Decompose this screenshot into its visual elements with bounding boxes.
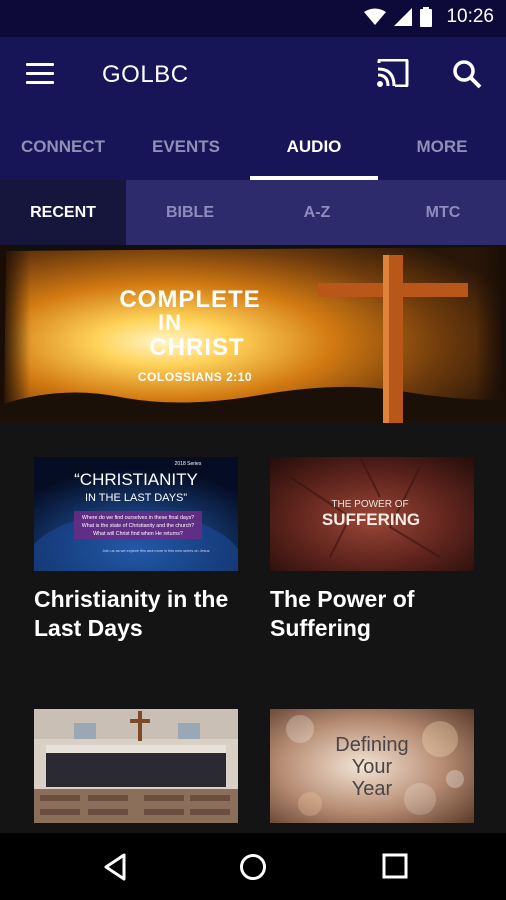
thumb-footer: Join us as we explore this and more in t… <box>103 549 210 553</box>
thumb-line-2: Your <box>352 756 393 778</box>
banner-line-2: IN <box>158 310 182 335</box>
card-thumbnail <box>34 709 238 823</box>
sub-tabs: RECENT BIBLE A-Z MTC <box>0 180 506 245</box>
thumb-heading-1: “CHRISTIANITY <box>74 470 198 489</box>
wifi-icon <box>364 8 387 25</box>
card-thumbnail: THE POWER OF SUFFERING <box>270 457 474 571</box>
subtab-recent[interactable]: RECENT <box>0 180 126 245</box>
tab-audio[interactable]: AUDIO <box>251 112 377 180</box>
status-icons: 10:26 <box>364 6 494 28</box>
thumb-question-3: What will Christ find when He returns? <box>93 531 183 537</box>
card-power-of-suffering[interactable]: THE POWER OF SUFFERING The Power of Suff… <box>270 457 474 643</box>
sermon-grid: 2018 Series “CHRISTIANITY IN THE LAST DA… <box>0 423 506 833</box>
card-title: The Power of Suffering <box>270 586 415 641</box>
thumb-year: 2018 Series <box>175 461 202 467</box>
status-bar: 10:26 <box>0 0 506 37</box>
home-circle-icon[interactable] <box>239 853 267 881</box>
tab-more[interactable]: MORE <box>379 112 505 180</box>
card-congregation[interactable] <box>34 709 238 833</box>
banner-line-1: COMPLETE <box>119 286 260 313</box>
featured-banner[interactable]: COMPLETE IN CHRIST COLOSSIANS 2:10 <box>0 245 506 423</box>
app-bar: GOLBC <box>0 37 506 112</box>
system-nav-bar <box>0 833 506 900</box>
thumb-question-2: What is the state of Christianity and th… <box>82 523 195 529</box>
banner-reference: COLOSSIANS 2:10 <box>138 370 252 384</box>
battery-icon <box>420 7 433 27</box>
tab-connect[interactable]: CONNECT <box>0 112 126 180</box>
subtab-bible[interactable]: BIBLE <box>127 180 253 245</box>
card-defining-your-year[interactable]: Defining Your Year <box>270 709 474 833</box>
main-tabs: CONNECT EVENTS AUDIO MORE <box>0 112 506 180</box>
tab-events[interactable]: EVENTS <box>123 112 249 180</box>
thumb-line-1: Defining <box>335 734 408 756</box>
back-triangle-icon[interactable] <box>103 853 127 881</box>
banner-artwork: COMPLETE IN CHRIST COLOSSIANS 2:10 <box>0 245 506 423</box>
thumb-line-3: Year <box>352 778 393 800</box>
status-time: 10:26 <box>446 6 494 27</box>
app-title: GOLBC <box>102 61 189 88</box>
card-thumbnail: Defining Your Year <box>270 709 474 823</box>
card-title: Christianity in the Last Days <box>34 586 229 641</box>
subtab-a-z[interactable]: A-Z <box>254 180 380 245</box>
search-icon[interactable] <box>452 59 482 89</box>
hamburger-menu-icon[interactable] <box>26 63 54 85</box>
cast-icon[interactable] <box>377 59 409 87</box>
thumb-line-2: SUFFERING <box>322 510 420 529</box>
subtab-mtc[interactable]: MTC <box>380 180 506 245</box>
thumb-heading-2: IN THE LAST DAYS” <box>85 492 187 504</box>
cell-signal-icon <box>394 8 413 26</box>
banner-line-3: CHRIST <box>149 334 244 361</box>
thumb-line-1: THE POWER OF <box>331 499 408 510</box>
card-christianity-last-days[interactable]: 2018 Series “CHRISTIANITY IN THE LAST DA… <box>34 457 238 643</box>
recents-square-icon[interactable] <box>382 853 408 879</box>
thumb-question-1: Where do we find ourselves in these fina… <box>82 515 194 521</box>
card-thumbnail: 2018 Series “CHRISTIANITY IN THE LAST DA… <box>34 457 238 571</box>
